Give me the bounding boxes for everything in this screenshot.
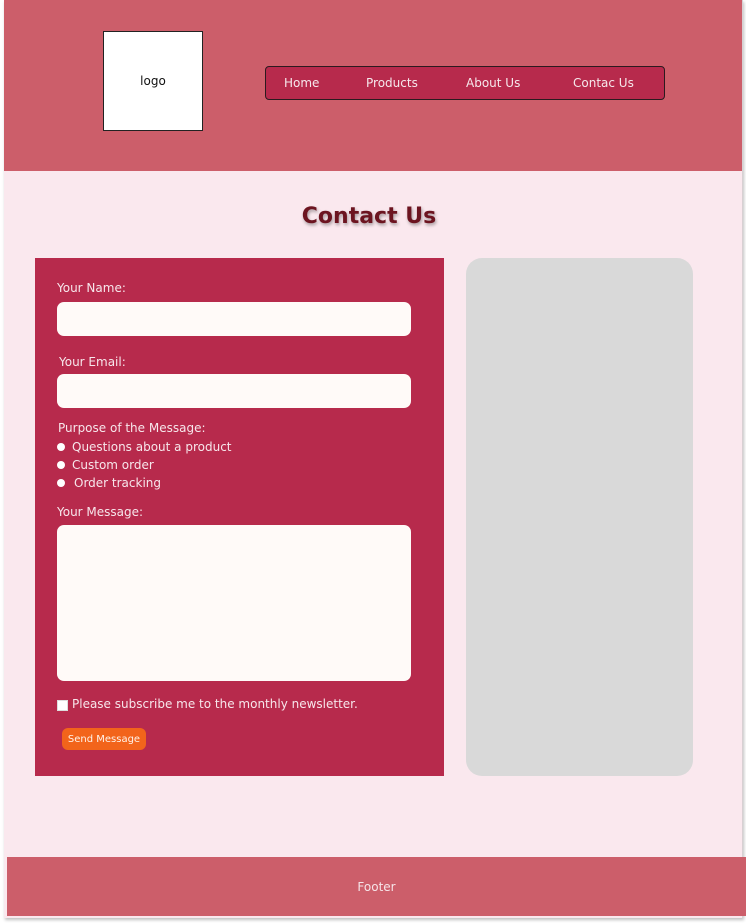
nav-about-us[interactable]: About Us xyxy=(466,67,520,99)
message-label: Your Message: xyxy=(57,505,144,519)
radio-button[interactable] xyxy=(57,479,65,487)
logo[interactable]: logo xyxy=(103,31,203,131)
email-label: Your Email: xyxy=(59,355,126,369)
site-header: logo Home Products About Us Contac Us xyxy=(4,0,742,171)
send-message-button[interactable]: Send Message xyxy=(62,728,146,750)
purpose-option-order-tracking[interactable]: Order tracking xyxy=(57,475,161,491)
name-field[interactable] xyxy=(57,302,411,336)
name-label: Your Name: xyxy=(57,281,126,295)
nav-products[interactable]: Products xyxy=(366,67,418,99)
radio-button[interactable] xyxy=(57,443,65,451)
purpose-label: Purpose of the Message: xyxy=(58,421,206,435)
email-field[interactable] xyxy=(57,374,411,408)
logo-text: logo xyxy=(140,74,166,88)
main-nav: Home Products About Us Contac Us xyxy=(265,66,665,100)
newsletter-checkbox[interactable] xyxy=(57,700,68,711)
nav-home[interactable]: Home xyxy=(284,67,319,99)
purpose-option-custom-order[interactable]: Custom order xyxy=(57,457,154,473)
radio-label: Questions about a product xyxy=(72,440,232,454)
site-footer: Footer xyxy=(7,857,746,916)
message-field[interactable] xyxy=(57,525,411,681)
purpose-option-product[interactable]: Questions about a product xyxy=(57,439,232,455)
radio-label: Custom order xyxy=(72,458,154,472)
newsletter-label: Please subscribe me to the monthly newsl… xyxy=(72,697,358,711)
radio-button[interactable] xyxy=(57,461,65,469)
footer-text: Footer xyxy=(357,879,396,894)
radio-label: Order tracking xyxy=(74,476,162,490)
side-panel-placeholder xyxy=(466,258,693,776)
contact-form: Your Name: Your Email: Purpose of the Me… xyxy=(35,258,444,776)
nav-contact-us[interactable]: Contac Us xyxy=(573,67,634,99)
page-title: Contact Us xyxy=(301,204,437,229)
